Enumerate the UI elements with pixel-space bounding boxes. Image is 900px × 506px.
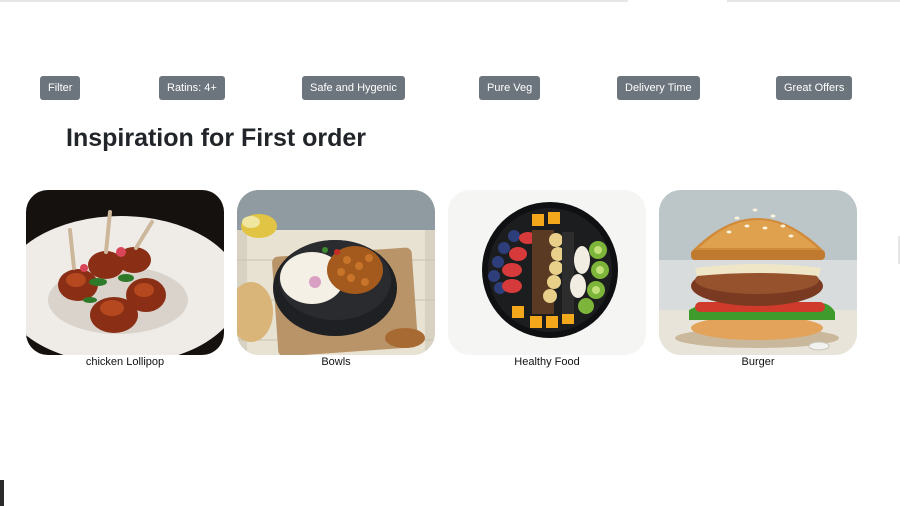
rating-filter-button[interactable]: Ratins: 4+ <box>159 76 225 100</box>
pure-veg-filter-button[interactable]: Pure Veg <box>479 76 541 100</box>
delivery-time-filter-button[interactable]: Delivery Time <box>617 76 700 100</box>
bowls-image <box>237 190 435 355</box>
great-offers-filter-button[interactable]: Great Offers <box>776 76 853 100</box>
section-title: Inspiration for First order <box>66 124 367 152</box>
chicken-lollipop-image <box>26 190 224 355</box>
card-label: chicken Lollipop <box>85 356 165 368</box>
burger-image <box>659 190 857 355</box>
left-edge-strip <box>0 480 4 506</box>
card-label: Healthy Food <box>514 356 580 368</box>
filter-button[interactable]: Filter <box>40 76 81 100</box>
food-card-chicken-lollipop[interactable]: chicken Lollipop <box>26 190 224 368</box>
food-card-bowls[interactable]: Bowls <box>237 190 435 368</box>
food-card-burger[interactable]: Burger <box>659 190 857 368</box>
card-label: Burger <box>741 356 775 368</box>
card-label: Bowls <box>321 356 351 368</box>
healthy-food-image <box>448 190 646 355</box>
top-divider <box>0 0 628 2</box>
food-card-healthy-food[interactable]: Healthy Food <box>448 190 646 368</box>
safe-hygienic-filter-button[interactable]: Safe and Hygenic <box>302 76 405 100</box>
top-divider-right <box>727 0 900 2</box>
